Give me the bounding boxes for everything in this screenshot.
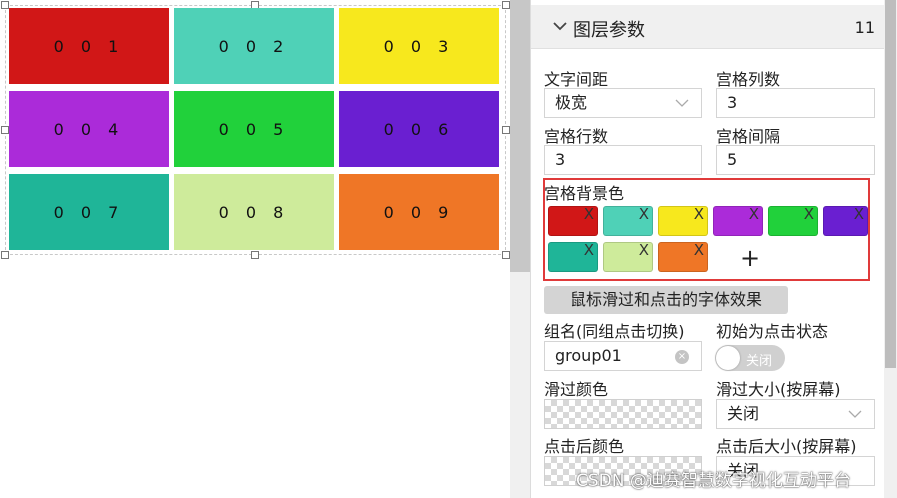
color-swatch[interactable]: X [768,205,818,236]
grid-cell[interactable]: 0 0 9 [339,174,499,250]
resize-handle-bottom-right[interactable] [502,251,510,259]
color-swatch[interactable]: X [658,241,708,272]
toggle-text: 关闭 [746,354,773,369]
clear-input-icon[interactable]: × [675,350,689,364]
remove-color-icon[interactable]: X [749,205,759,223]
hover-color-label: 滑过颜色 [544,380,609,399]
resize-handle-bottom-left[interactable] [1,251,9,259]
color-swatch[interactable]: X [713,205,763,236]
grid-cell[interactable]: 0 0 4 [9,91,169,167]
design-canvas[interactable]: 0 0 1 0 0 2 0 0 3 0 0 4 0 0 5 0 0 6 0 0 … [0,0,510,498]
remove-color-icon[interactable]: X [639,241,649,259]
font-effect-button[interactable]: 鼠标滑过和点击的字体效果 [544,286,788,314]
hover-size-label: 滑过大小(按屏幕) [716,380,841,399]
grid-rows-input[interactable]: 3 [544,145,702,175]
hover-size-value: 关闭 [727,404,760,423]
grid-cell[interactable]: 0 0 3 [339,8,499,84]
color-swatch[interactable]: X [823,205,868,236]
initial-click-toggle[interactable]: 关闭 [715,345,785,371]
resize-handle-bottom[interactable] [251,251,259,259]
hover-color-picker[interactable] [544,399,702,429]
color-swatch[interactable]: X [603,205,653,236]
grid-cell[interactable]: 0 0 6 [339,91,499,167]
resize-handle-left[interactable] [1,126,9,134]
resize-handle-top-right[interactable] [502,1,510,9]
remove-color-icon[interactable]: X [694,241,704,259]
grid-cell[interactable]: 0 0 8 [174,174,334,250]
grid-widget[interactable]: 0 0 1 0 0 2 0 0 3 0 0 4 0 0 5 0 0 6 0 0 … [9,8,499,250]
grid-columns-label: 宫格列数 [716,70,781,89]
remove-color-icon[interactable]: X [639,205,649,223]
canvas-scrollbar[interactable] [510,0,530,498]
click-size-label: 点击后大小(按屏幕) [716,437,857,456]
resize-handle-right[interactable] [502,126,510,134]
color-swatch[interactable]: X [603,241,653,272]
grid-gap-input[interactable]: 5 [716,145,875,175]
panel-scrollbar[interactable] [884,0,897,498]
chevron-down-icon [675,99,689,107]
group-name-value: group01 [555,346,622,365]
remove-color-icon[interactable]: X [854,205,864,223]
remove-color-icon[interactable]: X [584,241,594,259]
panel-title: 图层参数 [573,20,645,41]
color-swatch[interactable]: X [548,205,598,236]
grid-cell[interactable]: 0 0 5 [174,91,334,167]
panel-scrollbar-thumb[interactable] [885,0,896,368]
text-spacing-select[interactable]: 极宽 [544,88,702,118]
hover-size-select[interactable]: 关闭 [716,399,875,429]
toggle-knob [716,346,740,370]
watermark: CSDN @迪赛智慧数字视化互动平台 [576,471,851,491]
grid-cell[interactable]: 0 0 7 [9,174,169,250]
grid-cell[interactable]: 0 0 2 [174,8,334,84]
text-spacing-value: 极宽 [555,93,588,112]
grid-rows-label: 宫格行数 [544,127,609,146]
resize-handle-top-left[interactable] [1,1,9,9]
bg-colors-group: X X X X X X X X X + [543,178,870,281]
color-swatch[interactable]: X [548,241,598,272]
chevron-down-icon [848,410,862,418]
chevron-down-icon[interactable] [551,17,569,35]
panel-header[interactable]: 图层参数 11 [531,5,885,49]
group-name-input[interactable]: group01 × [544,341,702,371]
click-color-label: 点击后颜色 [544,437,625,456]
text-spacing-label: 文字间距 [544,70,609,89]
remove-color-icon[interactable]: X [804,205,814,223]
canvas-scrollbar-thumb[interactable] [510,0,530,272]
initial-click-label: 初始为点击状态 [716,322,829,341]
group-name-label: 组名(同组点击切换) [544,322,685,341]
grid-gap-label: 宫格间隔 [716,127,781,146]
color-swatch[interactable]: X [658,205,708,236]
properties-panel: 图层参数 11 文字间距 宫格列数 极宽 3 宫格行数 宫格间隔 3 5 宫格背… [530,0,885,498]
grid-columns-input[interactable]: 3 [716,88,875,118]
remove-color-icon[interactable]: X [694,205,704,223]
remove-color-icon[interactable]: X [584,205,594,223]
add-color-button[interactable]: + [740,244,760,272]
grid-cell[interactable]: 0 0 1 [9,8,169,84]
layer-count: 11 [854,18,875,37]
